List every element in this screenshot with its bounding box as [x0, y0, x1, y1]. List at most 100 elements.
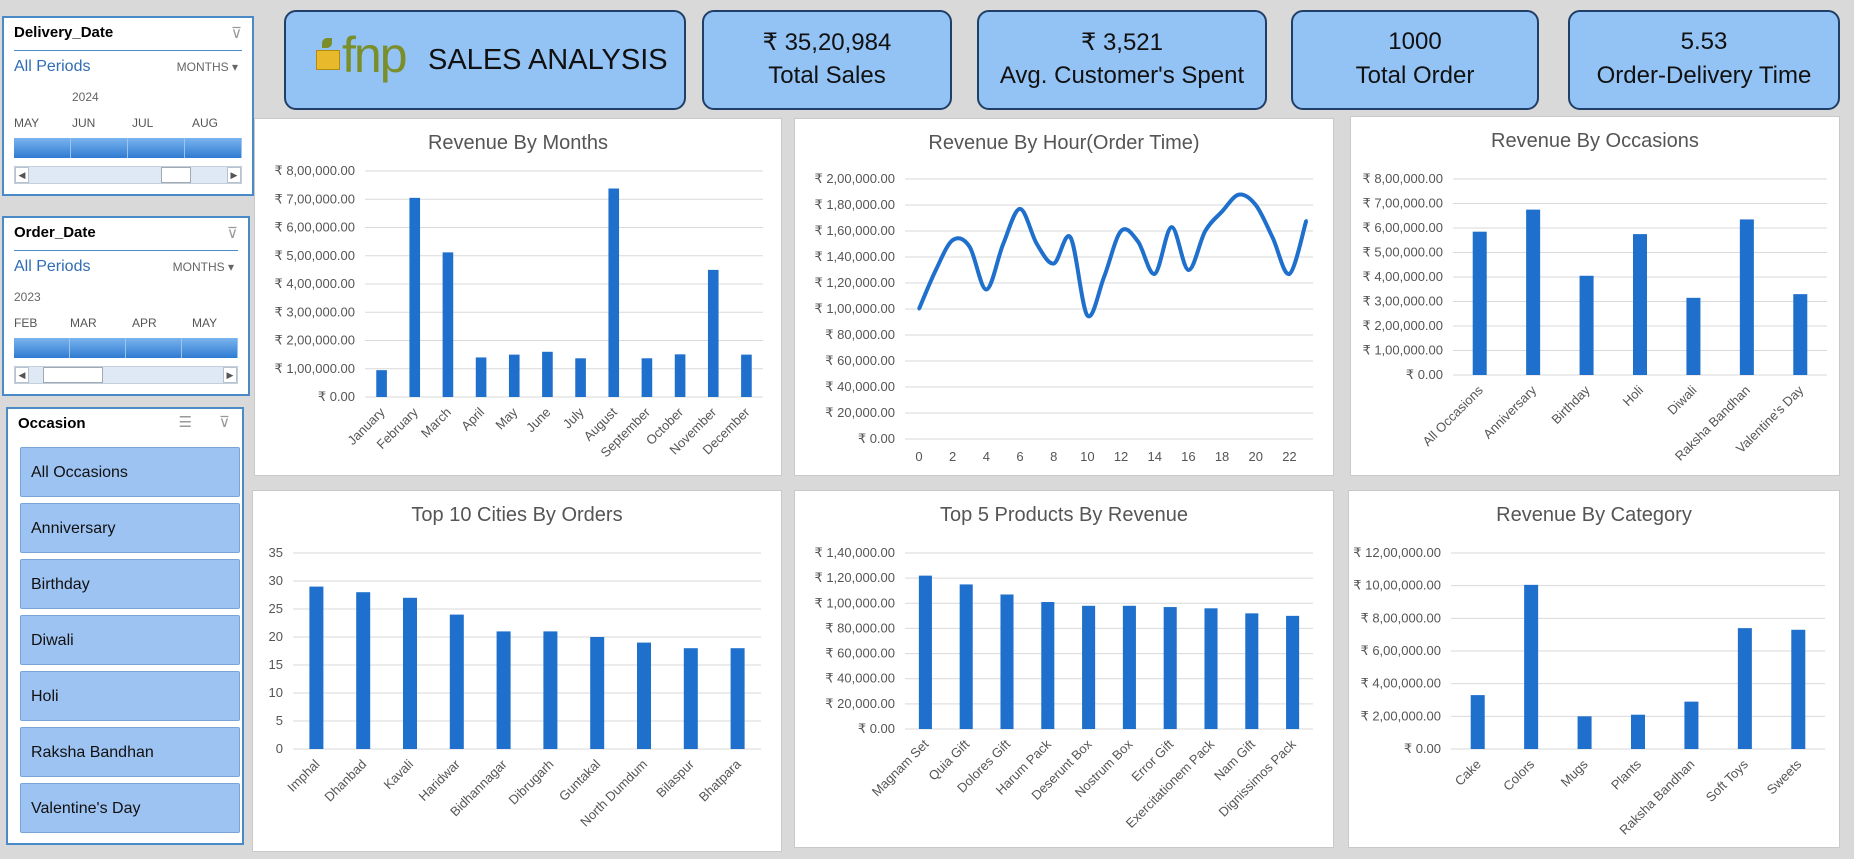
occasion-item[interactable]: Raksha Bandhan [20, 727, 240, 777]
bar[interactable] [1791, 629, 1806, 749]
bar[interactable] [1122, 605, 1136, 729]
bar[interactable] [608, 188, 620, 397]
bar[interactable] [475, 357, 487, 397]
data-point[interactable] [1085, 314, 1089, 317]
bar[interactable] [683, 648, 698, 749]
data-point[interactable] [1170, 225, 1174, 229]
bar[interactable] [1204, 608, 1218, 729]
data-point[interactable] [1119, 229, 1123, 233]
bar[interactable] [1000, 594, 1014, 729]
data-point[interactable] [1018, 207, 1022, 211]
bar[interactable] [496, 631, 511, 749]
data-point[interactable] [1001, 242, 1005, 246]
data-point[interactable] [1052, 262, 1056, 265]
bar[interactable] [637, 642, 651, 749]
bar[interactable] [449, 614, 464, 749]
bar[interactable] [1472, 231, 1487, 375]
clear-filter-icon[interactable]: ⊽ [219, 413, 230, 431]
bar[interactable] [1579, 275, 1594, 375]
data-point[interactable] [1186, 268, 1190, 272]
bar[interactable] [707, 269, 719, 397]
data-point[interactable] [1153, 272, 1157, 276]
bar[interactable] [1633, 234, 1647, 375]
clear-filter-icon[interactable]: ⊽ [227, 224, 238, 242]
timeline-bar[interactable] [14, 138, 242, 158]
scroll-left-icon[interactable]: ◀ [15, 167, 29, 183]
bar[interactable] [1631, 714, 1645, 749]
data-point[interactable] [1203, 229, 1207, 233]
data-point[interactable] [917, 307, 921, 311]
revenue-by-category-chart[interactable]: Revenue By Category ₹ 0.00 ₹ 2,00,000.00 ₹ … [1348, 490, 1840, 848]
data-point[interactable] [1102, 275, 1106, 278]
bar[interactable] [590, 637, 605, 749]
data-point[interactable] [934, 268, 938, 272]
data-point[interactable] [968, 245, 972, 249]
clear-filter-icon[interactable]: ⊽ [231, 24, 242, 42]
occasion-item[interactable]: Holi [20, 671, 240, 721]
bar[interactable] [674, 354, 686, 397]
bar[interactable] [1245, 613, 1259, 729]
bar[interactable] [959, 584, 973, 729]
all-periods-label[interactable]: All Periods [14, 258, 90, 276]
series-line[interactable] [917, 192, 1309, 319]
occasion-item[interactable]: All Occasions [20, 447, 240, 497]
bar[interactable] [1739, 219, 1754, 375]
bar[interactable] [309, 586, 324, 749]
bar[interactable] [442, 252, 454, 397]
revenue-by-occasions-chart[interactable]: Revenue By Occasions ₹ 0.00 ₹ 1,00,000.00 ₹… [1350, 116, 1840, 476]
occasion-item[interactable]: Birthday [20, 559, 240, 609]
revenue-by-hour-chart[interactable]: Revenue By Hour(Order Time) ₹ 0.00 ₹ 20,00… [794, 118, 1334, 476]
bar[interactable] [543, 631, 558, 749]
data-point[interactable] [1035, 242, 1039, 246]
bar[interactable] [741, 354, 752, 397]
time-level-dropdown[interactable]: MONTHS ▾ [177, 60, 238, 74]
bar[interactable] [403, 597, 417, 749]
scroll-left-icon[interactable]: ◀ [15, 367, 29, 383]
bar[interactable] [1082, 605, 1096, 729]
scroll-right-icon[interactable]: ▶ [227, 167, 241, 183]
timeline-scrollbar[interactable]: ◀ ▶ [14, 366, 238, 384]
top-products-chart[interactable]: Top 5 Products By Revenue ₹ 0.00 ₹ 20,000.… [794, 490, 1334, 848]
data-point[interactable] [984, 288, 988, 291]
bar[interactable] [1793, 294, 1808, 375]
data-point[interactable] [1069, 236, 1073, 239]
bar[interactable] [1286, 615, 1300, 729]
data-point[interactable] [1237, 193, 1241, 197]
bar[interactable] [918, 575, 932, 729]
bar[interactable] [542, 351, 553, 397]
occasion-item[interactable]: Valentine's Day [20, 783, 240, 833]
bar[interactable] [730, 648, 745, 749]
time-level-dropdown[interactable]: MONTHS ▾ [173, 260, 234, 274]
data-point[interactable] [1304, 219, 1308, 223]
timeline-scrollbar[interactable]: ◀ ▶ [14, 166, 242, 184]
bar[interactable] [1163, 607, 1177, 729]
bar[interactable] [1524, 584, 1539, 749]
bar[interactable] [641, 358, 653, 397]
data-point[interactable] [1254, 203, 1258, 207]
occasion-item[interactable]: Diwali [20, 615, 240, 665]
timeline-bar[interactable] [14, 338, 238, 358]
scroll-thumb[interactable] [161, 167, 191, 183]
bar[interactable] [409, 197, 421, 397]
bar[interactable] [575, 358, 586, 397]
revenue-by-months-chart[interactable]: Revenue By Months ₹ 0.00 ₹ 1,00,000.00 ₹ 2,… [254, 118, 782, 476]
data-point[interactable] [1287, 272, 1291, 276]
occasion-item[interactable]: Anniversary [20, 503, 240, 553]
bar[interactable] [1684, 701, 1699, 749]
multi-select-icon[interactable]: ☰ [179, 413, 192, 431]
bar[interactable] [356, 592, 371, 749]
scroll-thumb[interactable] [43, 367, 103, 383]
bar[interactable] [1686, 297, 1701, 375]
bar[interactable] [508, 354, 520, 397]
bar[interactable] [376, 370, 387, 397]
bar[interactable] [1041, 602, 1055, 729]
data-point[interactable] [1271, 236, 1275, 239]
bar[interactable] [1577, 716, 1592, 749]
top-cities-chart[interactable]: Top 10 Cities By Orders 0 5 10 15 20 25 30 35 Imp… [252, 490, 782, 852]
bar[interactable] [1526, 209, 1541, 375]
data-point[interactable] [1220, 210, 1224, 213]
bar[interactable] [1470, 695, 1485, 749]
all-periods-label[interactable]: All Periods [14, 58, 90, 76]
data-point[interactable] [1136, 239, 1140, 243]
scroll-right-icon[interactable]: ▶ [223, 367, 237, 383]
